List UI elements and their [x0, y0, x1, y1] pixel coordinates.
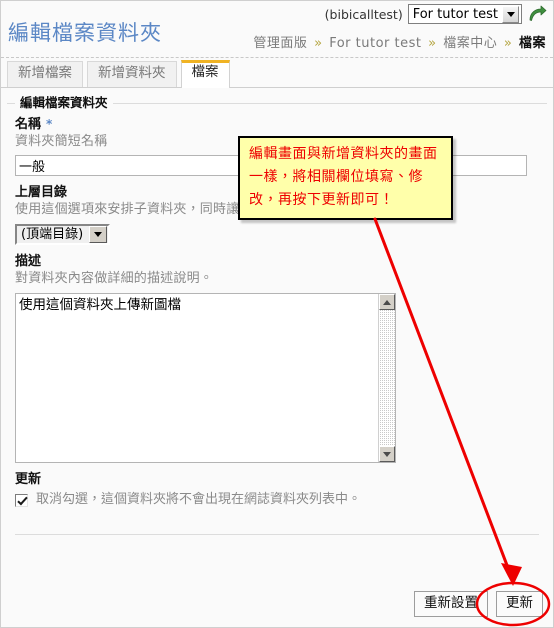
admin-page: 編輯檔案資料夾 (bibicalltest) For tutor test 管理…	[0, 0, 554, 628]
site-select[interactable]: For tutor test	[407, 4, 522, 24]
field-update: 更新 取消勾選，這個資料夾將不會出現在網誌資料夾列表中。	[15, 471, 539, 508]
breadcrumb-separator: »	[428, 36, 437, 51]
current-user-label: (bibicalltest)	[324, 6, 403, 22]
legend-label: 編輯檔案資料夾	[15, 96, 113, 110]
breadcrumb-item-2[interactable]: For tutor test	[329, 36, 421, 51]
breadcrumb-separator: »	[503, 36, 513, 51]
visibility-checkbox-label: 取消勾選，這個資料夾將不會出現在網誌資料夾列表中。	[36, 492, 362, 507]
scroll-up-icon[interactable]	[379, 294, 395, 310]
tab-bar: 新增檔案 新增資料夾 檔案	[1, 58, 553, 88]
reset-button[interactable]: 重新設置	[414, 591, 488, 617]
field-update-label: 更新	[15, 472, 42, 487]
breadcrumb-item-4: 檔案	[518, 36, 546, 51]
field-description-label: 描述	[15, 254, 42, 269]
chevron-down-icon	[502, 5, 519, 23]
field-name-label-text: 名稱	[15, 117, 42, 132]
textarea-scrollbar[interactable]	[378, 294, 395, 462]
header-user-controls: (bibicalltest) For tutor test	[325, 4, 547, 24]
breadcrumb: 管理面版 » For tutor test » 檔案中心 » 檔案	[253, 32, 546, 51]
tab-files[interactable]: 檔案	[180, 60, 230, 88]
visibility-checkbox-row[interactable]: 取消勾選，這個資料夾將不會出現在網誌資料夾列表中。	[15, 492, 539, 508]
parent-directory-value: (頂端目錄)	[21, 227, 84, 242]
curved-arrow-icon[interactable]	[527, 4, 547, 24]
field-description: 描述 對資料夾內容做詳細的描述說明。 使用這個資料夾上傳新圖檔	[15, 253, 539, 463]
field-description-help: 對資料夾內容做詳細的描述說明。	[15, 271, 214, 286]
breadcrumb-item-3[interactable]: 檔案中心	[443, 36, 497, 51]
required-marker: *	[46, 117, 53, 131]
scroll-down-icon[interactable]	[379, 446, 395, 462]
form-divider	[15, 534, 539, 535]
annotation-callout: 編輯畫面與新增資料夾的畫面一樣，將相關欄位填寫、修改，再按下更新即可！	[238, 136, 453, 220]
page-header: 編輯檔案資料夾 (bibicalltest) For tutor test 管理…	[1, 1, 553, 58]
chevron-down-icon	[89, 226, 108, 243]
description-textarea[interactable]: 使用這個資料夾上傳新圖檔	[15, 293, 396, 463]
breadcrumb-item-1[interactable]: 管理面版	[253, 36, 307, 51]
tab-new-folder[interactable]: 新增資料夾	[87, 61, 177, 87]
description-textarea-value: 使用這個資料夾上傳新圖檔	[19, 297, 181, 313]
field-name-label: 名稱 *	[15, 116, 539, 133]
form-legend: 編輯檔案資料夾	[7, 96, 547, 110]
form-actions: 重新設置 更新	[1, 581, 553, 627]
parent-directory-select[interactable]: (頂端目錄)	[15, 224, 111, 245]
update-submit-button[interactable]: 更新	[496, 591, 543, 617]
tab-new-file[interactable]: 新增檔案	[7, 61, 83, 87]
page-title: 編輯檔案資料夾	[8, 21, 162, 45]
visibility-checkbox[interactable]	[15, 493, 28, 507]
site-select-value: For tutor test	[412, 6, 498, 22]
breadcrumb-separator: »	[314, 36, 323, 51]
